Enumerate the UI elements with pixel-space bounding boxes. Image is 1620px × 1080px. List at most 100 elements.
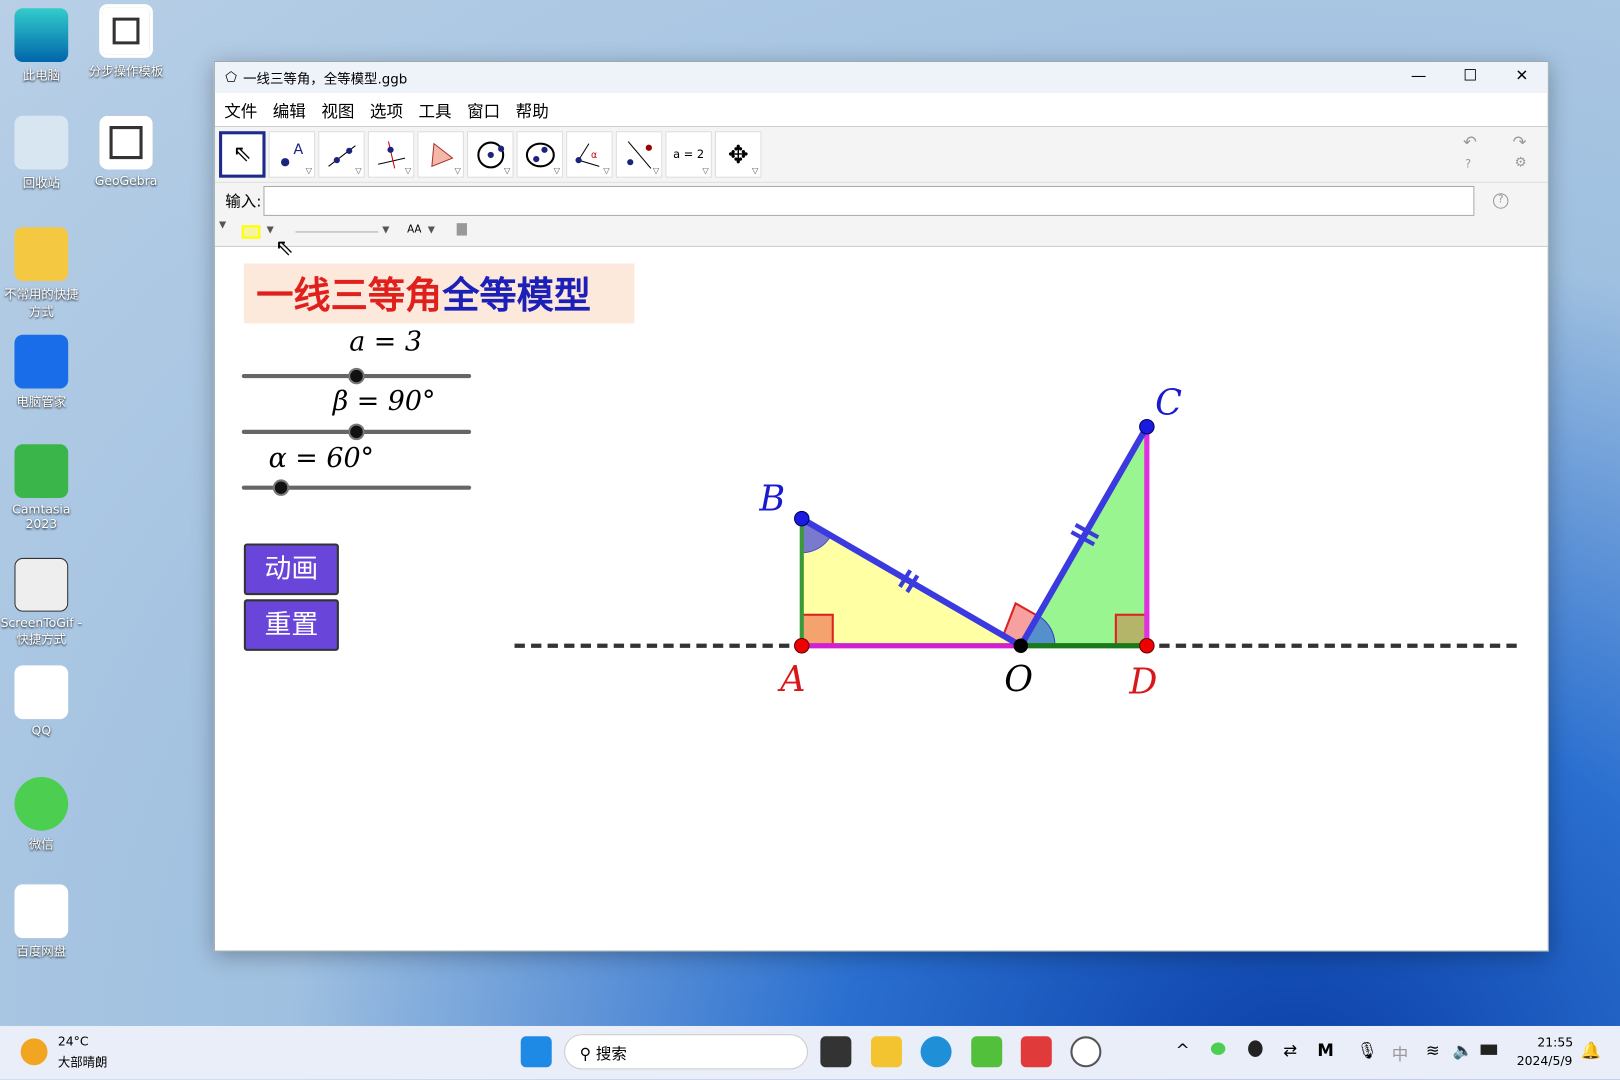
microphone-icon[interactable]: 🎙 bbox=[1357, 1040, 1378, 1060]
reflect-icon bbox=[626, 140, 652, 169]
graphics-view[interactable]: 一线三等角全等模型 a = 3 β = 90° α = 60° 动画 重置 A … bbox=[215, 250, 1548, 951]
settings-tray-icon[interactable]: ⇄ bbox=[1283, 1040, 1297, 1060]
window-title: 一线三等角，全等模型.ggb bbox=[243, 71, 408, 88]
color-dropdown-icon[interactable]: ▼ bbox=[267, 225, 274, 235]
input-field[interactable] bbox=[263, 185, 1475, 216]
circle-icon bbox=[476, 141, 504, 168]
menu-file[interactable]: 文件 bbox=[224, 97, 257, 122]
perpendicular-tool[interactable]: ▽ bbox=[367, 131, 415, 178]
polygon-tool[interactable]: ▽ bbox=[417, 131, 464, 178]
chevron-up-icon[interactable]: ^ bbox=[1176, 1040, 1190, 1060]
polygon-icon bbox=[430, 142, 454, 167]
point-B bbox=[794, 510, 810, 527]
toggle-stylebar-icon[interactable]: ▼ bbox=[219, 220, 226, 230]
point-O bbox=[1013, 638, 1029, 653]
ime-indicator[interactable]: 中 bbox=[1392, 1040, 1409, 1065]
svg-text:α: α bbox=[590, 150, 596, 161]
angle-icon: α bbox=[574, 142, 599, 167]
desktop-icon-recycle[interactable]: 回收站 bbox=[0, 115, 83, 191]
slider-tool[interactable]: a = 2 ▽ bbox=[665, 131, 712, 178]
reflect-tool[interactable]: ▽ bbox=[615, 131, 663, 178]
taskbar: 24°C 大部晴朗 ⚲ 搜索 ^ ⇄ M 🎙 中 ≋ 🔈 21:55 2024/… bbox=[0, 1025, 1620, 1080]
menu-tools[interactable]: 工具 bbox=[419, 97, 452, 122]
camtasia-icon bbox=[14, 444, 69, 499]
weather-text[interactable]: 大部晴朗 bbox=[58, 1053, 108, 1071]
line-tool[interactable]: ▽ bbox=[318, 131, 365, 178]
angle-tool[interactable]: α ▽ bbox=[566, 131, 613, 178]
menu-help[interactable]: 帮助 bbox=[516, 97, 549, 122]
weather-icon[interactable] bbox=[20, 1038, 48, 1066]
menu-window[interactable]: 窗口 bbox=[467, 97, 500, 122]
color-picker-button[interactable] bbox=[241, 225, 261, 239]
font-size-button[interactable]: AA bbox=[407, 224, 421, 235]
undo-icon[interactable]: ↶ bbox=[1463, 132, 1477, 152]
font-dropdown-icon[interactable]: ▼ bbox=[428, 225, 435, 235]
settings-icon[interactable]: ⚙ bbox=[1515, 155, 1527, 170]
geogebra-window: ⬠ 一线三等角，全等模型.ggb — ☐ ✕ 文件 编辑 视图 选项 工具 窗口… bbox=[213, 60, 1549, 952]
desktop-icon-baidu[interactable]: 百度网盘 bbox=[0, 884, 83, 959]
clock-time[interactable]: 21:55 bbox=[1537, 1035, 1573, 1049]
mail-tray-icon[interactable]: M bbox=[1317, 1040, 1333, 1060]
desktop-icon-pcmanager[interactable]: 电脑管家 bbox=[0, 334, 83, 410]
circle-tool[interactable]: ▽ bbox=[467, 131, 514, 178]
weather-temp[interactable]: 24°C bbox=[58, 1034, 89, 1048]
search-box[interactable]: ⚲ 搜索 bbox=[564, 1034, 808, 1070]
label-D: D bbox=[1128, 661, 1157, 702]
geometry-figure: A B C D O bbox=[514, 382, 1523, 702]
wifi-icon[interactable]: ≋ bbox=[1426, 1040, 1440, 1060]
minimize-button[interactable]: — bbox=[1403, 66, 1434, 85]
desktop-icon-geogebra[interactable]: GeoGebra bbox=[85, 115, 168, 188]
menu-edit[interactable]: 编辑 bbox=[273, 97, 306, 122]
edge-icon[interactable] bbox=[920, 1036, 952, 1068]
notification-bell-icon[interactable]: 🔔 bbox=[1581, 1040, 1602, 1060]
title-bar: ⬠ 一线三等角，全等模型.ggb — ☐ ✕ bbox=[214, 61, 1548, 93]
camtasia-taskbar-icon[interactable] bbox=[971, 1036, 1003, 1068]
pointer-icon: ⇖ bbox=[232, 141, 252, 168]
geogebra-icon: ⬠ bbox=[225, 69, 237, 86]
geogebra-icon bbox=[99, 115, 153, 170]
desktop-icon-template[interactable]: 分步操作模板 bbox=[85, 4, 168, 79]
move-tool[interactable]: ⇖ bbox=[219, 131, 266, 178]
file-explorer-icon[interactable] bbox=[870, 1036, 902, 1068]
desktop-icon-wechat[interactable]: 微信 bbox=[0, 776, 83, 852]
maximize-button[interactable]: ☐ bbox=[1455, 66, 1486, 85]
label-O: O bbox=[1004, 659, 1033, 700]
input-label: 输入: bbox=[225, 191, 262, 211]
volume-icon[interactable]: 🔈 bbox=[1453, 1040, 1474, 1060]
move-view-tool[interactable]: ✥ ▽ bbox=[714, 131, 762, 178]
help-icon[interactable]: ? bbox=[1465, 157, 1471, 170]
battery-icon[interactable] bbox=[1480, 1044, 1498, 1055]
camtasia-recorder-icon[interactable] bbox=[1020, 1036, 1052, 1068]
toolbar: ⇖ A ▽ ▽ ▽ ▽ ▽ ▽ α ▽ ▽ a = 2 ▽ ✥ ▽ ↶ ↷ ? ⚙ bbox=[214, 127, 1548, 183]
close-button[interactable]: ✕ bbox=[1506, 66, 1537, 85]
screentogif-icon bbox=[14, 557, 69, 612]
desktop-icon-shortcuts[interactable]: 不常用的快捷方式 bbox=[0, 227, 83, 320]
line-style-button[interactable] bbox=[295, 231, 379, 233]
desktop-icon-qq[interactable]: QQ bbox=[0, 665, 83, 738]
input-help-icon[interactable]: ? bbox=[1493, 192, 1509, 209]
desktop-icon-camtasia[interactable]: Camtasia 2023 bbox=[0, 444, 83, 531]
wechat-tray-icon[interactable] bbox=[1210, 1042, 1226, 1055]
redo-icon[interactable]: ↷ bbox=[1513, 132, 1527, 152]
desktop-icon-screentogif[interactable]: ScreenToGif - 快捷方式 bbox=[0, 557, 83, 648]
geogebra-icon bbox=[99, 4, 153, 58]
line-style-dropdown-icon[interactable]: ▼ bbox=[382, 225, 389, 235]
menu-view[interactable]: 视图 bbox=[321, 97, 354, 122]
start-button[interactable] bbox=[520, 1036, 552, 1068]
style-bar: ▼ ▼ ▼ AA ▼ bbox=[214, 218, 1548, 247]
conic-tool[interactable]: ▽ bbox=[516, 131, 564, 178]
input-bar: 输入: ? bbox=[214, 182, 1548, 219]
desktop-icon-computer[interactable]: 此电脑 bbox=[0, 8, 83, 83]
task-view-icon[interactable] bbox=[820, 1036, 852, 1068]
line-icon bbox=[327, 144, 356, 167]
clock-date[interactable]: 2024/5/9 bbox=[1517, 1054, 1573, 1068]
label-C: C bbox=[1155, 382, 1182, 423]
label-B: B bbox=[758, 478, 785, 519]
geogebra-taskbar-icon[interactable] bbox=[1070, 1036, 1102, 1068]
lock-icon[interactable] bbox=[456, 223, 468, 236]
point-tool[interactable]: A ▽ bbox=[268, 131, 316, 178]
point-C bbox=[1139, 418, 1155, 435]
menu-options[interactable]: 选项 bbox=[370, 97, 403, 122]
qq-icon bbox=[14, 665, 69, 720]
qq-tray-icon[interactable] bbox=[1248, 1040, 1263, 1057]
